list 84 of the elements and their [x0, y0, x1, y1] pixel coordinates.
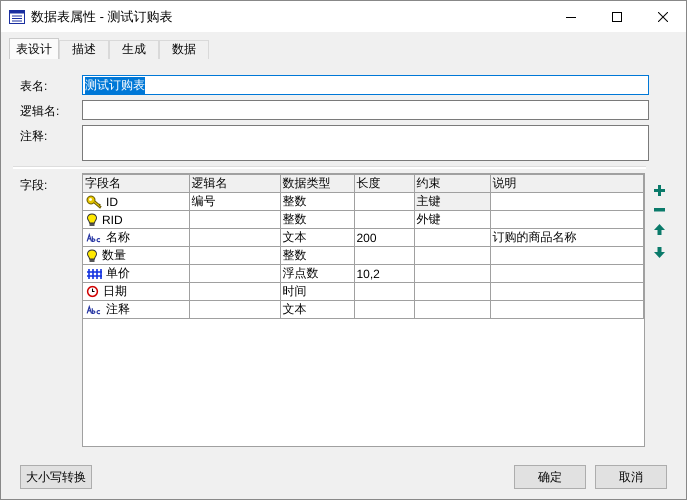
hash-icon	[86, 268, 102, 280]
table-cell[interactable]	[189, 210, 280, 228]
abc-icon	[86, 304, 102, 316]
table-cell[interactable]: 外键	[414, 210, 490, 228]
up-arrow-icon[interactable]	[654, 224, 665, 235]
maximize-icon[interactable]	[612, 12, 622, 22]
table-cell[interactable]: 单价	[83, 264, 189, 282]
table-cell[interactable]	[189, 246, 280, 264]
table-cell[interactable]	[490, 210, 644, 228]
table-cell[interactable]: 文本	[280, 228, 354, 246]
table-cell[interactable]: 10,2	[354, 264, 414, 282]
table-cell[interactable]: 编号	[189, 192, 280, 210]
field-label: 注释:	[20, 128, 48, 145]
cancel-button[interactable]: 取消	[595, 465, 667, 489]
table-cell[interactable]: 200	[354, 228, 414, 246]
case-convert-button[interactable]: 大小写转换	[20, 465, 92, 489]
tab[interactable]: 表设计	[9, 38, 59, 59]
table-cell[interactable]	[189, 282, 280, 300]
table-cell[interactable]: 主键	[414, 192, 490, 210]
column-header[interactable]: 说明	[490, 175, 644, 192]
table-cell[interactable]	[354, 192, 414, 210]
table-cell[interactable]	[414, 228, 490, 246]
field-label: 逻辑名:	[20, 103, 60, 120]
table-cell[interactable]: 注释	[83, 300, 189, 318]
table-cell[interactable]	[189, 228, 280, 246]
table-cell[interactable]	[490, 282, 644, 300]
abc-icon	[86, 232, 102, 244]
field-name: ID	[106, 194, 118, 208]
table-cell[interactable]	[490, 264, 644, 282]
comment-field[interactable]	[82, 125, 649, 161]
field-label: 字段:	[20, 177, 48, 194]
field-label: 表名:	[20, 78, 48, 95]
bulb-icon	[86, 248, 98, 262]
field-name: RID	[102, 212, 123, 226]
table-cell[interactable]	[354, 210, 414, 228]
clock-icon	[86, 285, 99, 298]
table-cell[interactable]	[354, 300, 414, 318]
table-icon	[9, 10, 25, 24]
tab[interactable]: 描述	[59, 40, 109, 59]
input-field[interactable]: 测试订购表	[82, 75, 649, 95]
table-cell[interactable]	[414, 300, 490, 318]
column-header[interactable]: 逻辑名	[189, 175, 280, 192]
field-name: 单价	[106, 265, 130, 282]
field-name: 名称	[106, 229, 130, 246]
table-cell[interactable]: 整数	[280, 246, 354, 264]
bulb-icon	[86, 212, 98, 226]
table-cell[interactable]	[490, 300, 644, 318]
tab[interactable]: 数据	[159, 40, 209, 59]
column-header[interactable]: 数据类型	[280, 175, 354, 192]
key-icon	[86, 194, 102, 208]
ok-button[interactable]: 确定	[514, 465, 586, 489]
field-name: 日期	[103, 283, 127, 300]
table-cell[interactable]: 整数	[280, 210, 354, 228]
down-arrow-icon[interactable]	[654, 247, 665, 258]
tab[interactable]: 生成	[109, 40, 159, 59]
table-cell[interactable]: 日期	[83, 282, 189, 300]
close-icon[interactable]	[658, 12, 668, 22]
table-cell[interactable]: ID	[83, 192, 189, 210]
window-title: 数据表属性 - 测试订购表	[31, 8, 173, 26]
input-field[interactable]	[82, 100, 649, 120]
add-icon[interactable]	[654, 185, 665, 196]
field-name: 数量	[102, 247, 126, 264]
table-cell[interactable]: 名称	[83, 228, 189, 246]
table-cell[interactable]	[189, 300, 280, 318]
table-cell[interactable]: 浮点数	[280, 264, 354, 282]
table-cell[interactable]	[490, 192, 644, 210]
column-header[interactable]: 长度	[354, 175, 414, 192]
column-header[interactable]: 约束	[414, 175, 490, 192]
column-header[interactable]: 字段名	[83, 175, 189, 192]
table-cell[interactable]: 时间	[280, 282, 354, 300]
table-cell[interactable]: 数量	[83, 246, 189, 264]
table-cell[interactable]	[354, 282, 414, 300]
table-cell[interactable]: 订购的商品名称	[490, 228, 644, 246]
table-cell[interactable]	[490, 246, 644, 264]
table-cell[interactable]	[189, 264, 280, 282]
table-cell[interactable]	[414, 264, 490, 282]
remove-icon[interactable]	[654, 208, 665, 212]
table-cell[interactable]	[414, 282, 490, 300]
table-cell[interactable]: 整数	[280, 192, 354, 210]
table-cell[interactable]	[354, 246, 414, 264]
table-cell[interactable]	[414, 246, 490, 264]
table-cell[interactable]: 文本	[280, 300, 354, 318]
table-cell[interactable]: RID	[83, 210, 189, 228]
field-name: 注释	[106, 301, 130, 318]
